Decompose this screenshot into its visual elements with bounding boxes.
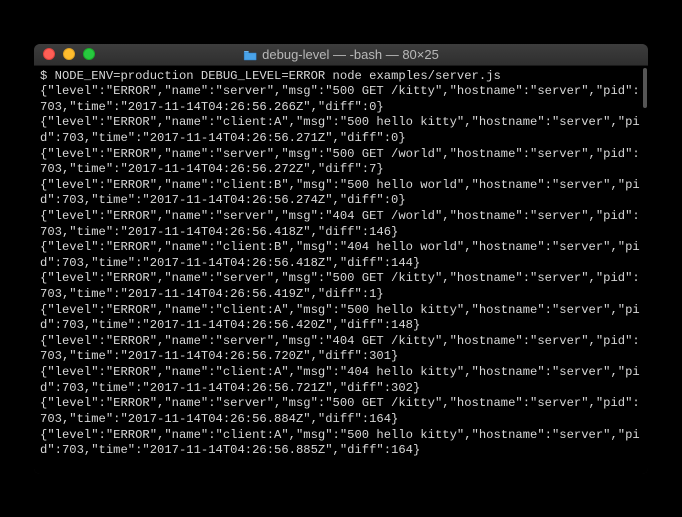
command-text: NODE_ENV=production DEBUG_LEVEL=ERROR no… [55,69,501,83]
window-titlebar: debug-level — -bash — 80×25 [34,44,648,66]
prompt-line: $ NODE_ENV=production DEBUG_LEVEL=ERROR … [40,69,501,83]
window-title-text: debug-level — -bash — 80×25 [262,47,439,62]
log-output: {"level":"ERROR","name":"server","msg":"… [40,84,640,457]
window-controls [34,48,95,60]
close-button[interactable] [43,48,55,60]
window-title: debug-level — -bash — 80×25 [243,47,439,62]
terminal-window: debug-level — -bash — 80×25 $ NODE_ENV=p… [34,44,648,474]
prompt-symbol: $ [40,69,55,83]
minimize-button[interactable] [63,48,75,60]
zoom-button[interactable] [83,48,95,60]
scrollbar[interactable] [643,68,647,108]
terminal-body[interactable]: $ NODE_ENV=production DEBUG_LEVEL=ERROR … [34,66,648,474]
folder-icon [243,49,257,60]
